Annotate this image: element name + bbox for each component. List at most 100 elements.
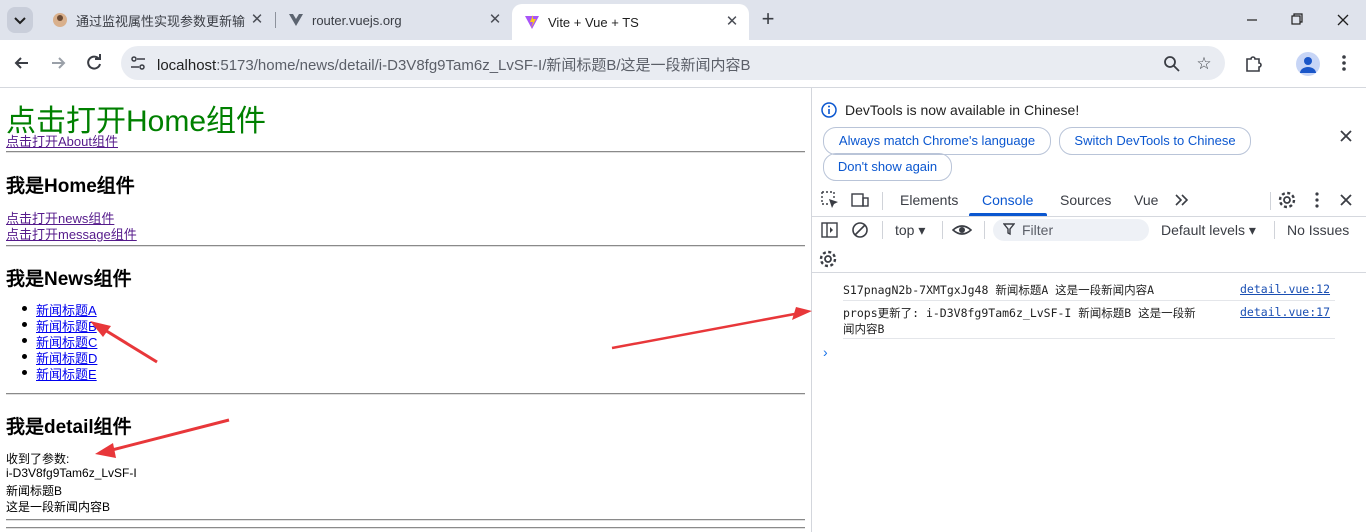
- arrow-left-icon: [14, 57, 28, 69]
- divider: [6, 393, 805, 395]
- param-title: 新闻标题B: [6, 484, 63, 498]
- context-selector[interactable]: top ▾: [895, 222, 925, 239]
- bookmark-star-icon[interactable]: ☆: [1194, 54, 1214, 74]
- news-list: 新闻标题A 新闻标题B 新闻标题C 新闻标题D 新闻标题E: [22, 300, 97, 382]
- tab-search-button[interactable]: [7, 7, 33, 33]
- tab-router-vuejs[interactable]: router.vuejs.org ✕: [276, 5, 512, 35]
- switch-chinese-button[interactable]: Switch DevTools to Chinese: [1059, 127, 1251, 155]
- bullet: [22, 322, 27, 327]
- new-tab-button[interactable]: +: [757, 7, 779, 33]
- vite-icon: [524, 14, 540, 30]
- browser-toolbar: localhost:5173/home/news/detail/i-D3V8fg…: [0, 40, 1366, 88]
- tab-console[interactable]: Console: [982, 192, 1033, 208]
- log-levels-dropdown[interactable]: Default levels ▾: [1161, 222, 1256, 239]
- vue-router-icon: [288, 12, 304, 28]
- arrow-right-icon: [52, 57, 66, 69]
- console-settings-icon[interactable]: [818, 249, 838, 269]
- eye-icon[interactable]: [951, 220, 973, 240]
- param-content: 这是一段新闻内容B: [6, 500, 111, 514]
- address-bar[interactable]: localhost:5173/home/news/detail/i-D3V8fg…: [121, 46, 1225, 80]
- separator: [882, 192, 883, 210]
- divider: [6, 151, 805, 153]
- tab-sources[interactable]: Sources: [1060, 192, 1111, 208]
- console-divider: [812, 272, 1366, 273]
- separator: [1274, 221, 1275, 239]
- close-icon[interactable]: ✕: [723, 13, 741, 31]
- tab-vue[interactable]: Vue: [1134, 192, 1158, 208]
- close-icon: [1340, 130, 1352, 142]
- news-item-link[interactable]: 新闻标题E: [36, 367, 97, 382]
- profile-avatar[interactable]: [1296, 52, 1320, 76]
- separator: [942, 221, 943, 239]
- sidebar-toggle-icon[interactable]: [820, 220, 840, 240]
- console-message-text: 闻内容B: [843, 322, 885, 336]
- restore-icon: [1291, 13, 1303, 25]
- list-item: 新闻标题A: [22, 300, 97, 318]
- list-item: 新闻标题D: [22, 348, 97, 366]
- bullet: [22, 370, 27, 375]
- received-label: 收到了参数:: [6, 452, 70, 466]
- close-icon: [1337, 14, 1349, 26]
- console-message-source[interactable]: detail.vue:17: [1240, 305, 1330, 319]
- reload-button[interactable]: [81, 50, 107, 76]
- tab-title: 通过监视属性实现参数更新输出: [76, 13, 246, 29]
- divider: [6, 527, 805, 529]
- zoom-icon[interactable]: [1162, 54, 1182, 74]
- clear-console-icon[interactable]: [850, 220, 870, 240]
- tab-watch-props[interactable]: 通过监视属性实现参数更新输出 ✕: [40, 5, 274, 35]
- settings-gear-icon[interactable]: [1277, 190, 1297, 210]
- person-icon: [1300, 57, 1316, 73]
- home-heading: 我是Home组件: [6, 176, 135, 197]
- minimize-button[interactable]: [1237, 7, 1267, 33]
- back-button[interactable]: [9, 50, 35, 76]
- vue-avatar-icon: [52, 12, 68, 28]
- news-heading: 我是News组件: [6, 269, 132, 290]
- device-toolbar-icon[interactable]: [850, 190, 870, 210]
- about-link[interactable]: 点击打开About组件: [6, 131, 118, 150]
- bullet: [22, 306, 27, 311]
- console-prompt-chevron-icon[interactable]: ›: [823, 344, 828, 360]
- separator: [882, 221, 883, 239]
- tab-strip: 通过监视属性实现参数更新输出 ✕ router.vuejs.org ✕ Vite…: [0, 0, 1366, 40]
- tab-title: Vite + Vue + TS: [548, 14, 639, 30]
- close-devtools-icon[interactable]: [1336, 190, 1356, 210]
- match-language-button[interactable]: Always match Chrome's language: [823, 127, 1051, 155]
- puzzle-icon: [1246, 56, 1262, 72]
- site-info-icon[interactable]: [130, 55, 146, 71]
- console-message-source[interactable]: detail.vue:12: [1240, 282, 1330, 296]
- tab-elements[interactable]: Elements: [900, 192, 958, 208]
- forward-button[interactable]: [45, 50, 71, 76]
- bullet: [22, 338, 27, 343]
- reload-icon: [87, 54, 101, 70]
- list-item: 新闻标题C: [22, 332, 97, 350]
- more-options-icon[interactable]: [1307, 190, 1327, 210]
- close-window-button[interactable]: [1328, 7, 1358, 33]
- tab-vite-vue-ts[interactable]: Vite + Vue + TS ✕: [512, 4, 749, 40]
- filter-placeholder: Filter: [1022, 222, 1054, 238]
- restore-button[interactable]: [1282, 7, 1312, 33]
- message-divider: [843, 300, 1335, 301]
- message-link[interactable]: 点击打开message组件: [6, 224, 137, 243]
- bullet: [22, 354, 27, 359]
- issues-counter[interactable]: No Issues: [1287, 222, 1349, 238]
- chevron-down-icon: [14, 17, 26, 25]
- console-filter-input[interactable]: Filter: [993, 219, 1149, 241]
- page-viewport: 点击打开Home组件 点击打开About组件 我是Home组件 点击打开news…: [0, 88, 811, 532]
- console-message-text: S17pnagN2b-7XMTgxJg48 新闻标题A 这是一段新闻内容A: [843, 283, 1155, 297]
- info-icon: [821, 102, 837, 118]
- more-tabs-icon[interactable]: [1172, 190, 1192, 210]
- close-infobar-button[interactable]: [1336, 126, 1356, 146]
- separator: [1270, 192, 1271, 210]
- message-divider: [843, 338, 1335, 339]
- dont-show-again-button[interactable]: Don't show again: [823, 153, 952, 181]
- inspect-element-icon[interactable]: [820, 190, 840, 210]
- close-icon[interactable]: ✕: [248, 11, 266, 29]
- list-item: 新闻标题E: [22, 364, 97, 382]
- devtools-tabbar: Elements Console Sources Vue: [812, 186, 1366, 217]
- close-icon[interactable]: ✕: [486, 11, 504, 29]
- extensions-button[interactable]: [1243, 52, 1265, 74]
- url-text: localhost:5173/home/news/detail/i-D3V8fg…: [157, 57, 751, 74]
- menu-button[interactable]: [1333, 52, 1355, 74]
- list-item: 新闻标题B: [22, 316, 97, 334]
- separator: [984, 221, 985, 239]
